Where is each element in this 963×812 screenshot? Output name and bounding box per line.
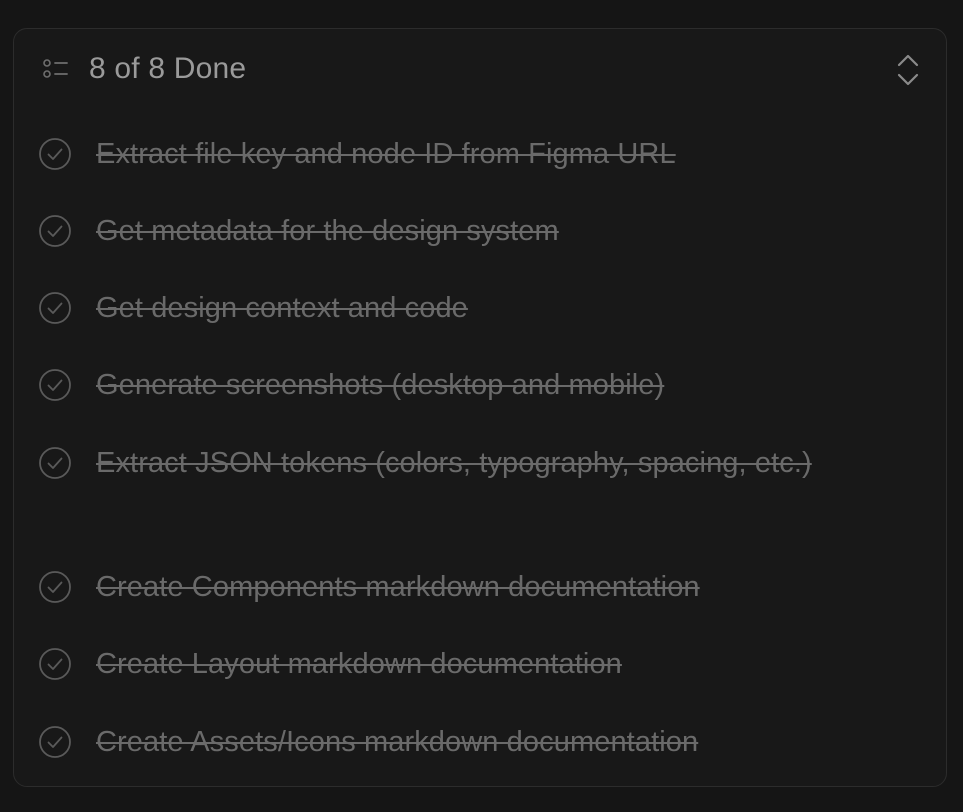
list-item[interactable]: Get design context and code — [38, 291, 916, 335]
task-label: Extract JSON tokens (colors, typography,… — [96, 447, 812, 479]
task-label: Extract file key and node ID from Figma … — [96, 138, 676, 170]
check-circle-icon — [39, 447, 71, 479]
task-label: Get metadata for the design system — [96, 215, 559, 247]
todo-panel: 8 of 8 Done Extract file key and node ID… — [13, 28, 947, 787]
list-item[interactable]: Get metadata for the design system — [38, 214, 916, 258]
list-item[interactable]: Create Components markdown documentation — [38, 570, 916, 614]
check-circle-icon — [39, 292, 71, 324]
task-label: Create Components markdown documentation — [96, 571, 700, 603]
list-icon — [42, 57, 70, 81]
list-item[interactable]: Create Assets/Icons markdown documentati… — [38, 725, 916, 769]
task-label: Generate screenshots (desktop and mobile… — [96, 369, 665, 401]
task-label: Get design context and code — [96, 292, 468, 324]
check-circle-icon — [39, 571, 71, 603]
chevron-up-down-icon — [897, 54, 919, 86]
task-label: Create Assets/Icons markdown documentati… — [96, 726, 699, 758]
list-item[interactable]: Generate screenshots (desktop and mobile… — [38, 368, 916, 412]
list-item[interactable]: Extract file key and node ID from Figma … — [38, 137, 916, 181]
list-item[interactable]: Extract JSON tokens (colors, typography,… — [38, 446, 916, 490]
task-label: Create Layout markdown documentation — [96, 648, 622, 680]
expand-collapse-button[interactable] — [894, 51, 922, 89]
todo-header: 8 of 8 Done — [14, 29, 946, 109]
check-circle-icon — [39, 369, 71, 401]
page-title: 8 of 8 Done — [89, 52, 247, 85]
check-circle-icon — [39, 648, 71, 680]
check-circle-icon — [39, 726, 71, 758]
check-circle-icon — [39, 215, 71, 247]
check-circle-icon — [39, 138, 71, 170]
list-item[interactable]: Create Layout markdown documentation — [38, 647, 916, 691]
